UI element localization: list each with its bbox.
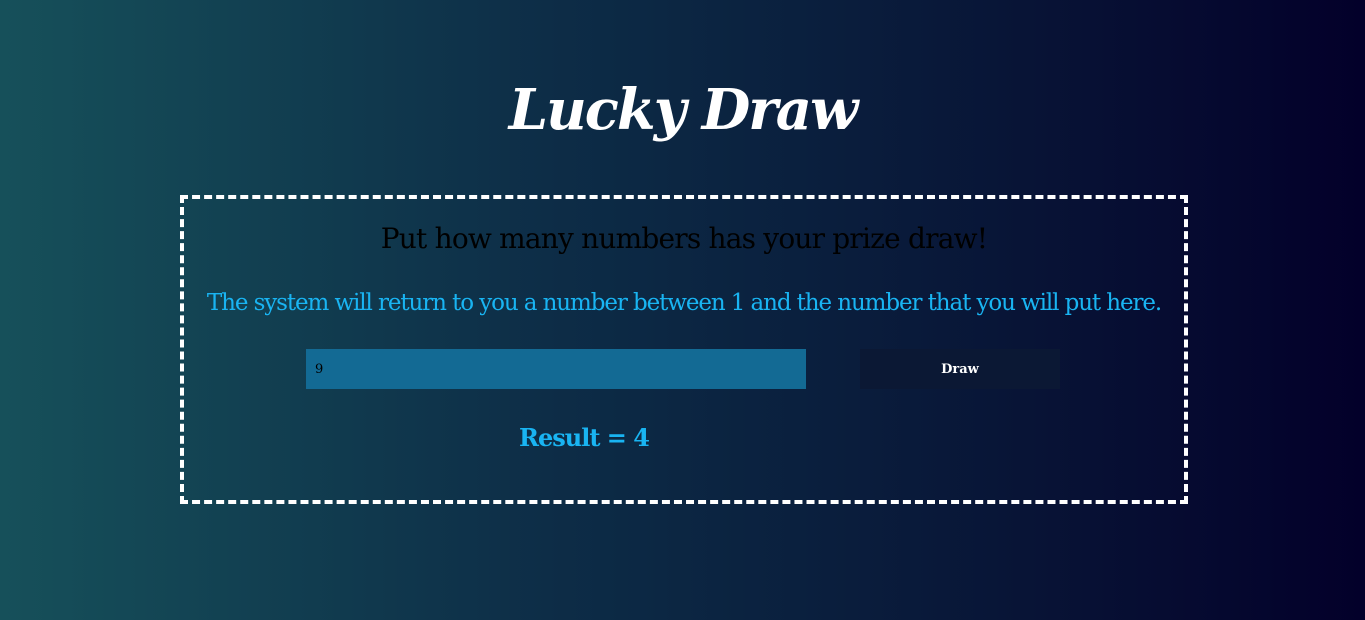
max-number-input[interactable] (306, 349, 806, 389)
page-title: Lucky Draw (508, 77, 859, 143)
draw-button[interactable]: Draw (860, 349, 1060, 389)
draw-panel: Put how many numbers has your prize draw… (180, 195, 1188, 504)
panel-heading: Put how many numbers has your prize draw… (380, 222, 988, 255)
panel-subtitle: The system will return to you a number b… (206, 290, 1162, 316)
result-text: Result = 4 (519, 423, 650, 452)
